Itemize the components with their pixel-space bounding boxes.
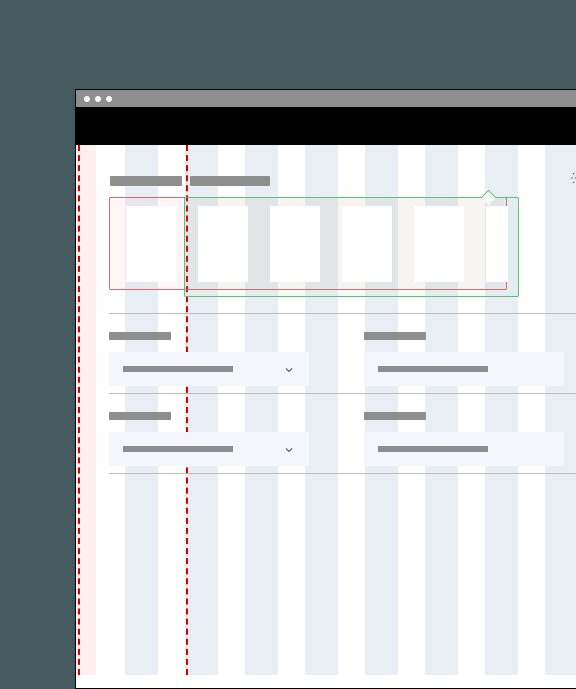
field-group [109, 332, 309, 386]
card-tile [342, 206, 392, 282]
window-titlebar [76, 90, 576, 107]
field-label [109, 332, 171, 340]
field-label [364, 332, 426, 340]
field-label [109, 412, 171, 420]
card-tile [486, 206, 508, 282]
content-area [76, 145, 576, 675]
window [75, 89, 576, 689]
field-group [109, 412, 309, 466]
section-divider [109, 473, 576, 474]
page-title [110, 176, 270, 186]
page-header [110, 170, 576, 191]
card-tile [414, 206, 464, 282]
select-value [123, 366, 233, 372]
title-segment-b [190, 176, 270, 186]
card-tile [126, 206, 176, 282]
select-input[interactable] [364, 352, 564, 386]
select-input[interactable] [109, 352, 309, 386]
field-group [364, 332, 564, 386]
select-value [378, 366, 488, 372]
guide-dash-left-edge [78, 145, 80, 675]
gear-icon[interactable] [570, 170, 576, 191]
app-topbar [76, 107, 576, 145]
card-tile [270, 206, 320, 282]
select-input[interactable] [109, 432, 309, 466]
traffic-light-close[interactable] [84, 96, 90, 102]
title-segment-a [110, 176, 182, 186]
section-divider [109, 393, 576, 394]
chevron-down-icon [283, 363, 295, 375]
traffic-light-min[interactable] [95, 96, 101, 102]
select-value [378, 446, 488, 452]
chevron-down-icon [283, 443, 295, 455]
field-label [364, 412, 426, 420]
field-group [364, 412, 564, 466]
traffic-light-max[interactable] [106, 96, 112, 102]
select-value [123, 446, 233, 452]
card-tile [198, 206, 248, 282]
section-divider [109, 313, 576, 314]
select-input[interactable] [364, 432, 564, 466]
